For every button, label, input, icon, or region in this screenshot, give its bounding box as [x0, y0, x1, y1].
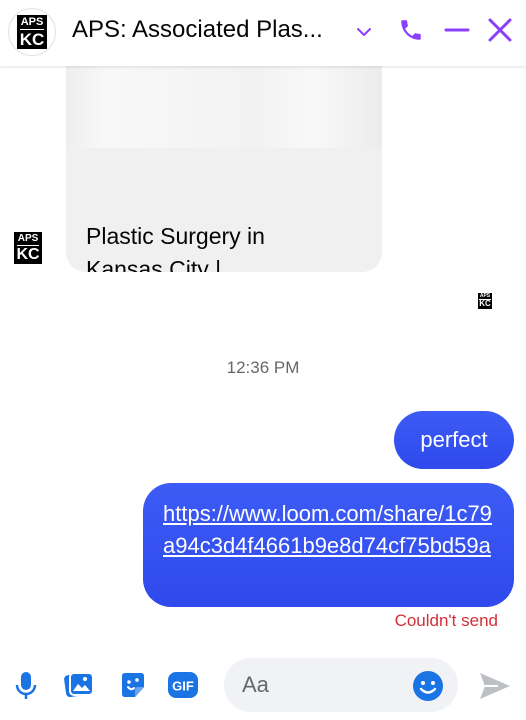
logo-bottom-text: KC	[16, 245, 40, 263]
send-error-status[interactable]: Couldn't send	[395, 611, 498, 631]
contact-name[interactable]: APS: Associated Plas...	[72, 16, 323, 44]
aps-kc-logo: APS KC	[478, 293, 492, 309]
logo-top-text: APS	[19, 15, 45, 30]
contact-avatar[interactable]: APS KC	[8, 8, 56, 56]
outgoing-message[interactable]: https://www.loom.com/share/1c79a94c3d4f4…	[143, 483, 514, 607]
logo-top-text: APS	[16, 232, 40, 246]
chevron-down-icon[interactable]	[352, 20, 376, 44]
svg-text:GIF: GIF	[172, 679, 194, 694]
message-link[interactable]: https://www.loom.com/share/1c79a94c3d4f4…	[163, 501, 492, 558]
outgoing-message[interactable]: perfect	[394, 411, 514, 469]
close-icon[interactable]	[484, 14, 516, 46]
message-composer: GIF	[0, 650, 526, 720]
message-text: perfect	[420, 427, 488, 452]
aps-kc-logo: APS KC	[14, 232, 42, 264]
message-timestamp: 12:36 PM	[226, 358, 300, 377]
link-preview-card[interactable]: Plastic Surgery in Kansas City | Experie…	[66, 60, 382, 272]
logo-bottom-text: KC	[479, 299, 491, 308]
sender-avatar[interactable]: APS KC	[14, 232, 42, 264]
link-preview-title: Plastic Surgery in Kansas City | Experie…	[86, 223, 265, 272]
read-receipt-avatar: APS KC	[478, 293, 492, 309]
sticker-icon[interactable]	[116, 668, 150, 702]
gif-icon[interactable]: GIF	[166, 668, 200, 702]
chat-window: APS KC APS: Associated Plas... Plastic S…	[0, 0, 526, 720]
link-preview-image	[66, 60, 382, 148]
aps-kc-logo: APS KC	[17, 15, 47, 49]
photo-icon[interactable]	[62, 668, 96, 702]
microphone-icon[interactable]	[12, 670, 40, 702]
send-icon[interactable]	[476, 668, 514, 704]
chat-header: APS KC APS: Associated Plas...	[0, 0, 526, 66]
logo-bottom-text: KC	[19, 29, 45, 49]
phone-icon[interactable]	[395, 14, 427, 46]
emoji-icon[interactable]	[410, 668, 446, 704]
minimize-icon[interactable]	[441, 14, 473, 46]
